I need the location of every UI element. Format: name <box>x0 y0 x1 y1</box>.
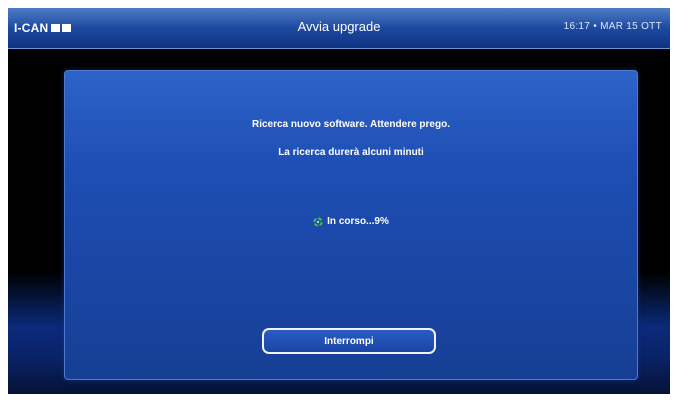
duration-message: La ricerca durerà alcuni minuti <box>278 147 424 158</box>
brand-text: I-CAN <box>14 21 49 35</box>
interrupt-button[interactable]: Interrompi <box>262 328 436 354</box>
upgrade-dialog: Ricerca nuovo software. Attendere prego.… <box>64 70 638 380</box>
tv-screen: I-CAN Avvia upgrade 16:17 • MAR 15 OTT R… <box>8 8 670 394</box>
search-message: Ricerca nuovo software. Attendere prego. <box>251 119 450 130</box>
spinner-icon <box>313 216 323 227</box>
header-bar: I-CAN Avvia upgrade 16:17 • MAR 15 OTT <box>8 8 670 49</box>
page-title: Avvia upgrade <box>297 19 381 34</box>
progress-status: In corso...9% <box>65 216 637 227</box>
logo-squares-icon <box>51 24 72 32</box>
clock-date: 16:17 • MAR 15 OTT <box>563 21 662 32</box>
progress-text: In corso...9% <box>327 216 389 227</box>
brand-logo: I-CAN <box>14 19 72 37</box>
